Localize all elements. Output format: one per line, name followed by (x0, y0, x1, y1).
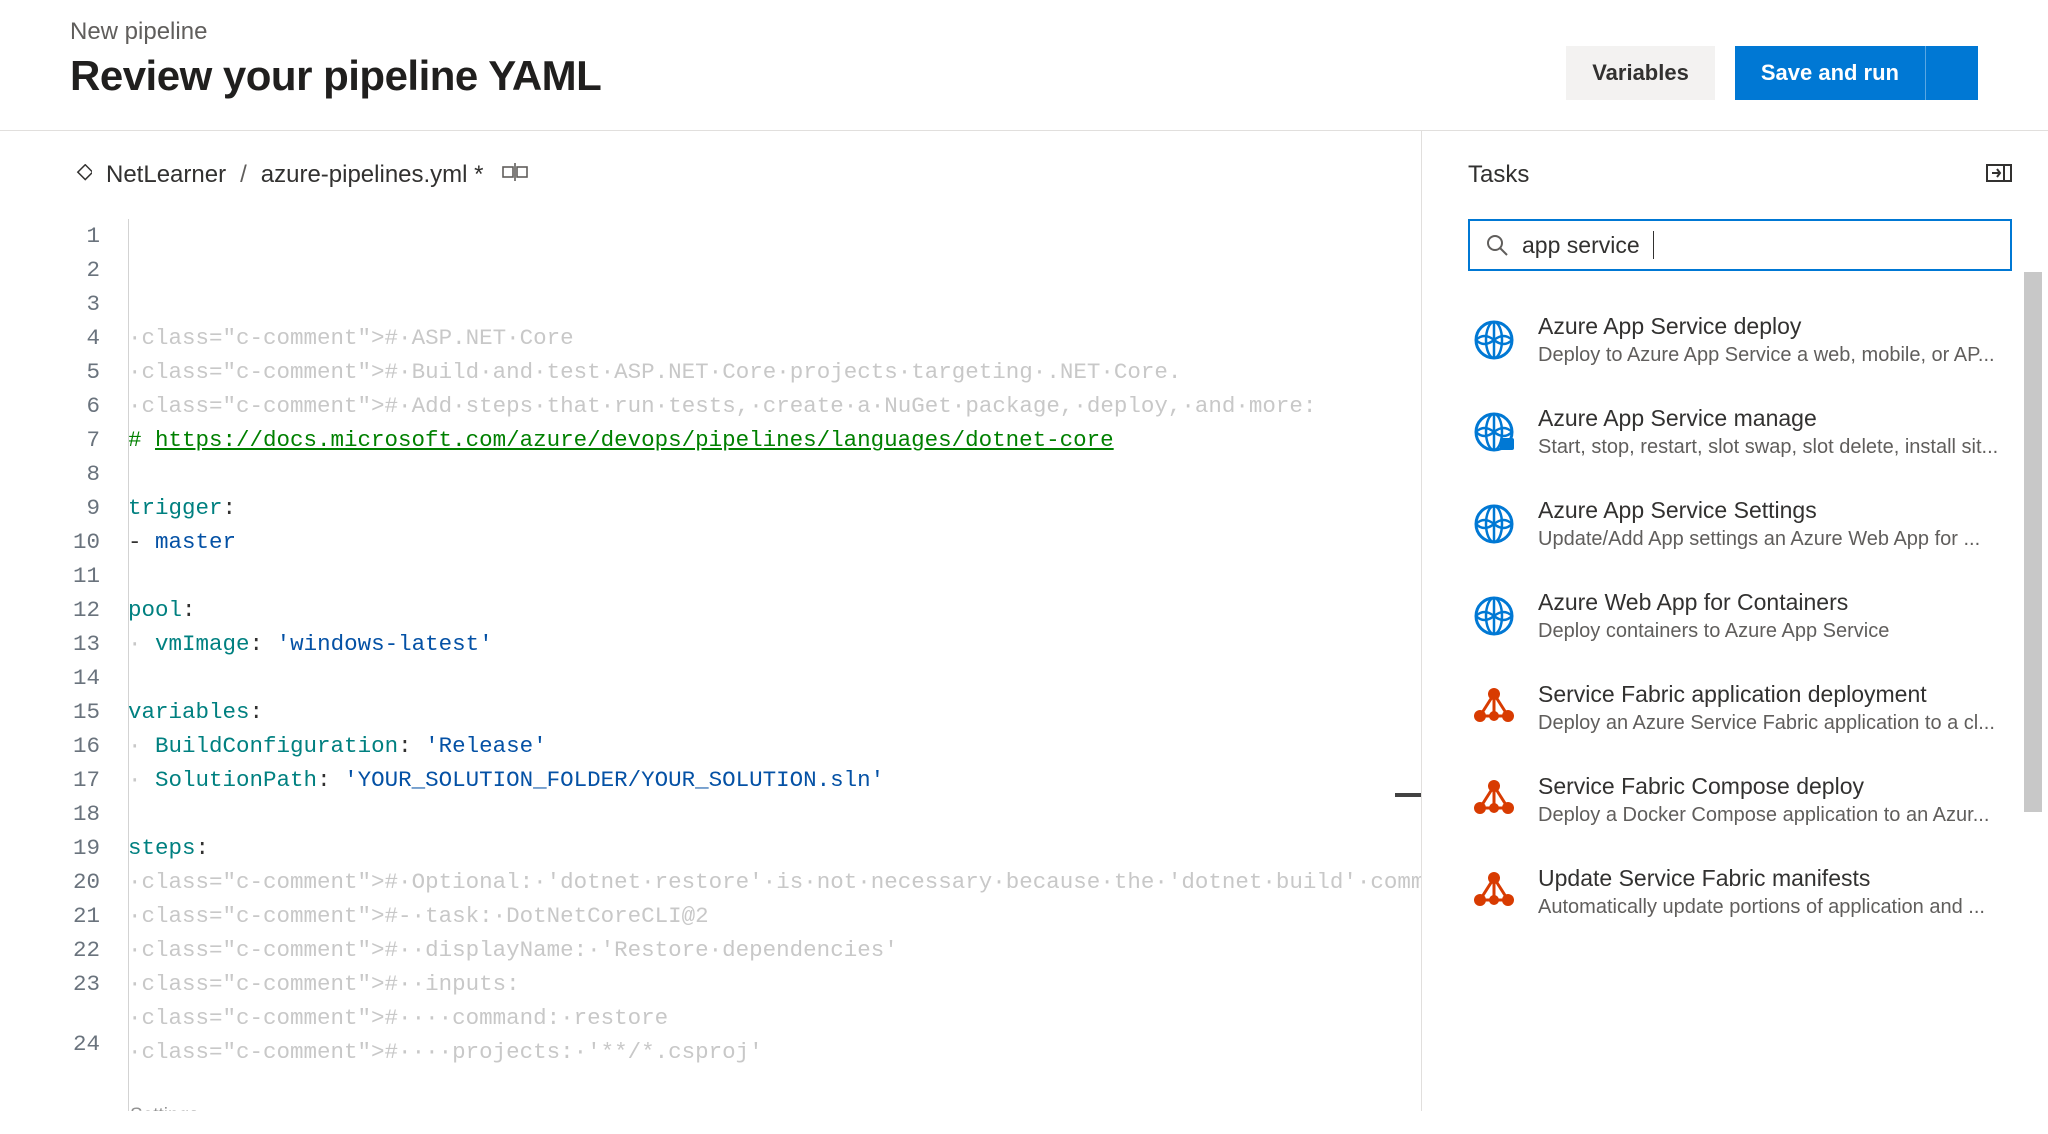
rename-icon[interactable] (502, 161, 528, 189)
task-description: Deploy a Docker Compose application to a… (1538, 804, 2008, 827)
azure-globe-icon (1472, 318, 1516, 362)
search-icon (1486, 234, 1508, 256)
text-cursor (1653, 231, 1654, 259)
line-number-gutter: 123456789101112131415161718192021222324 (70, 219, 128, 1111)
task-description: Automatically update portions of applica… (1538, 896, 2008, 919)
task-title: Update Service Fabric manifests (1538, 865, 2008, 892)
scrollbar-thumb[interactable] (2024, 272, 2042, 812)
task-title: Azure Web App for Containers (1538, 589, 2008, 616)
task-item[interactable]: Service Fabric application deployment Dep… (1468, 671, 2012, 745)
save-and-run-dropdown[interactable] (1925, 46, 1978, 100)
service-fabric-icon (1472, 778, 1516, 822)
vertical-scrollbar[interactable] (2022, 156, 2044, 1126)
main-content: NetLearner / azure-pipelines.yml * 12345… (0, 131, 2048, 1111)
task-title: Azure App Service deploy (1538, 313, 2008, 340)
file-name[interactable]: azure-pipelines.yml * (261, 161, 484, 189)
tasks-search-input[interactable] (1522, 232, 1653, 259)
task-item[interactable]: Azure App Service Settings Update/Add App… (1468, 487, 2012, 561)
path-separator: / (240, 161, 247, 189)
code-lines[interactable]: ·class="c-comment">#·ASP.NET·Core·class=… (128, 219, 1422, 1111)
azure-globe-icon (1472, 410, 1516, 454)
task-item[interactable]: Service Fabric Compose deploy Deploy a Do… (1468, 763, 2012, 837)
editor-pane: NetLearner / azure-pipelines.yml * 12345… (0, 131, 1422, 1111)
page-title: Review your pipeline YAML (70, 52, 601, 100)
tasks-pane: Tasks Azure App Service deploy Deploy to … (1422, 131, 2048, 1111)
task-description: Deploy to Azure App Service a web, mobil… (1538, 344, 2008, 367)
collapse-panel-icon[interactable] (1986, 162, 2012, 189)
tasks-list: Azure App Service deploy Deploy to Azure … (1468, 303, 2012, 929)
task-item[interactable]: Azure App Service deploy Deploy to Azure … (1468, 303, 2012, 377)
file-breadcrumb: NetLearner / azure-pipelines.yml * (70, 161, 1421, 189)
task-description: Start, stop, restart, slot swap, slot de… (1538, 436, 2008, 459)
service-fabric-icon (1472, 686, 1516, 730)
task-item[interactable]: Azure Web App for Containers Deploy conta… (1468, 579, 2012, 653)
minimap-indicator (1395, 793, 1421, 797)
azure-globe-icon (1472, 594, 1516, 638)
tasks-title: Tasks (1468, 161, 1529, 189)
task-item[interactable]: Update Service Fabric manifests Automatic… (1468, 855, 2012, 929)
task-title: Service Fabric Compose deploy (1538, 773, 2008, 800)
task-description: Update/Add App settings an Azure Web App… (1538, 528, 2008, 551)
task-item[interactable]: Azure App Service manage Start, stop, res… (1468, 395, 2012, 469)
save-and-run-split-button: Save and run (1735, 46, 1978, 100)
task-description: Deploy containers to Azure App Service (1538, 620, 2008, 643)
variables-button[interactable]: Variables (1566, 46, 1715, 100)
azure-globe-icon (1472, 502, 1516, 546)
page-header: New pipeline Review your pipeline YAML V… (0, 0, 2048, 131)
task-description: Deploy an Azure Service Fabric applicati… (1538, 712, 2008, 735)
service-fabric-icon (1472, 870, 1516, 914)
task-title: Azure App Service Settings (1538, 497, 2008, 524)
task-title: Azure App Service manage (1538, 405, 2008, 432)
task-title: Service Fabric application deployment (1538, 681, 2008, 708)
repo-icon (70, 164, 92, 186)
repo-name[interactable]: NetLearner (106, 161, 226, 189)
breadcrumb: New pipeline (70, 18, 601, 46)
codelens-settings[interactable]: Settings (128, 1103, 1422, 1111)
code-editor[interactable]: 123456789101112131415161718192021222324 … (70, 219, 1421, 1111)
save-and-run-button[interactable]: Save and run (1735, 46, 1925, 100)
tasks-search-box[interactable] (1468, 219, 2012, 271)
